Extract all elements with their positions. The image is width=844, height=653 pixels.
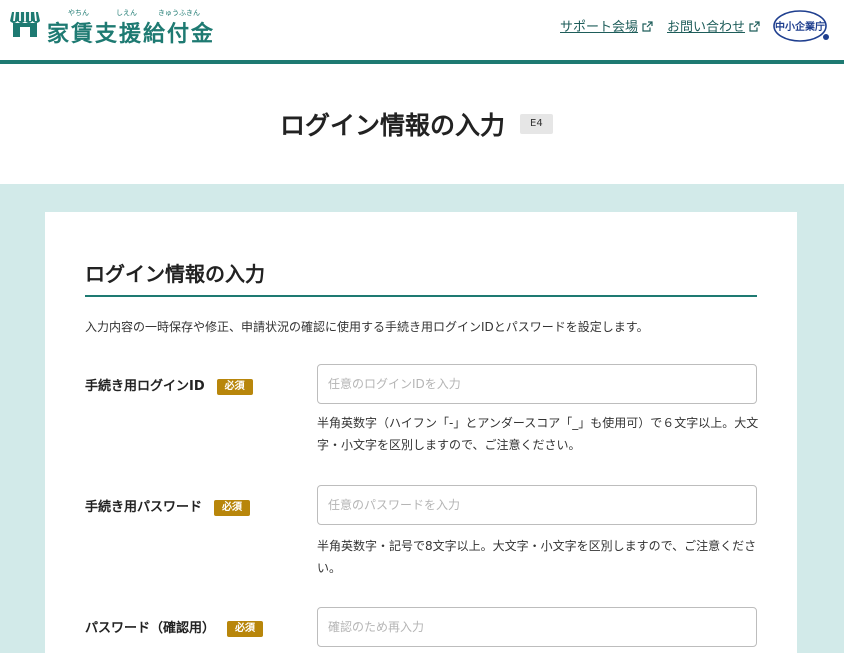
required-badge: 必須 <box>216 379 253 395</box>
external-link-icon <box>642 21 653 32</box>
password-label: 手続き用パスワード 必須 <box>85 496 251 516</box>
login-id-hint: 半角英数字（ハイフン「-」とアンダースコア「_」も使用可）で６文字以上。大文字・… <box>317 416 759 452</box>
contact-link[interactable]: お問い合わせ <box>667 16 760 35</box>
section-divider <box>85 295 757 297</box>
password-input[interactable] <box>317 485 757 525</box>
login-form-card: ログイン情報の入力 入力内容の一時保存や修正、申請状況の確認に使用する手続き用ロ… <box>45 212 797 653</box>
login-id-input[interactable] <box>317 364 757 404</box>
support-venue-link-label: サポート会場 <box>560 20 639 35</box>
password-hint: 半角英数字・記号で8文字以上。大文字・小文字を区別しますので、ご注意ください。 <box>317 539 757 575</box>
required-badge: 必須 <box>214 500 251 516</box>
form-intro-text: 入力内容の一時保存や修正、申請状況の確認に使用する手続き用ログインIDとパスワー… <box>85 320 649 334</box>
section-title: ログイン情報の入力 <box>85 262 265 286</box>
login-id-label: 手続き用ログインID 必須 <box>85 375 253 395</box>
external-link-icon <box>749 21 760 32</box>
required-badge: 必須 <box>227 621 264 637</box>
logo-text: 家賃支援給付金 <box>47 22 216 47</box>
password-label-text: 手続き用パスワード <box>85 500 203 515</box>
password-confirm-label: パスワード（確認用） 必須 <box>85 617 264 637</box>
site-logo[interactable]: やちん しえん きゅうふきん 家賃支援給付金 <box>10 8 213 48</box>
screen-code-badge: E4 <box>520 114 553 134</box>
shop-awning-icon <box>10 11 40 37</box>
support-venue-link[interactable]: サポート会場 <box>560 16 653 35</box>
agency-logo-text: 中小企業庁 <box>775 20 825 33</box>
login-id-label-text: 手続き用ログインID <box>85 379 205 394</box>
password-confirm-label-text: パスワード（確認用） <box>85 621 216 636</box>
page-title-area: ログイン情報の入力 E4 <box>0 64 844 184</box>
sme-agency-logo[interactable]: 中小企業庁 <box>772 8 832 44</box>
contact-link-label: お問い合わせ <box>667 20 746 35</box>
site-header: やちん しえん きゅうふきん 家賃支援給付金 サポート会場 お問い合わせ 中小企… <box>0 0 844 60</box>
password-confirm-input[interactable] <box>317 607 757 647</box>
page-title: ログイン情報の入力 <box>280 111 506 140</box>
